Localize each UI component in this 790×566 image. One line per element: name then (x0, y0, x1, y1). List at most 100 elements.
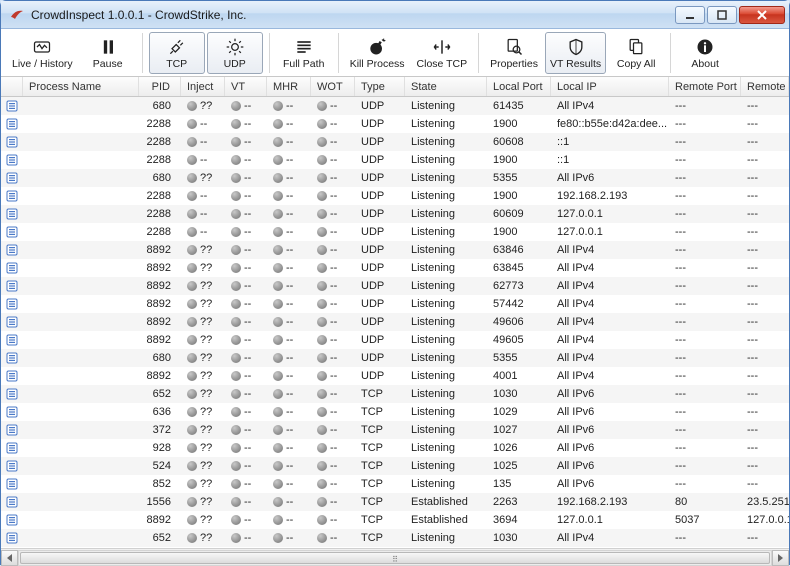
cell-inject: ?? (181, 277, 225, 295)
cell-mhr: -- (267, 511, 311, 529)
horizontal-scrollbar[interactable]: ⠿ (1, 548, 789, 566)
table-row[interactable]: 680??------UDPListening5355All IPv6-----… (1, 169, 789, 187)
table-row[interactable]: 852??------TCPListening135All IPv6------ (1, 475, 789, 493)
process-icon-svg (6, 262, 18, 274)
column-header-icon[interactable] (1, 77, 23, 96)
scroll-left-button[interactable] (1, 550, 18, 566)
cell-remote-ip: --- (741, 439, 789, 457)
process-icon (1, 295, 23, 313)
cell-inject: ?? (181, 475, 225, 493)
status-dot-icon (273, 371, 283, 381)
cell-remote-port: --- (669, 367, 741, 385)
table-row[interactable]: 8892??------UDPListening49605All IPv4---… (1, 331, 789, 349)
table-row[interactable]: 8892??------UDPListening57442All IPv4---… (1, 295, 789, 313)
table-row[interactable]: 636??------TCPListening1029All IPv6-----… (1, 403, 789, 421)
kill-process-button[interactable]: Kill Process (345, 32, 410, 74)
table-row[interactable]: 8892??------UDPListening49606All IPv4---… (1, 313, 789, 331)
udp-button[interactable]: UDP (207, 32, 263, 74)
cell-vt: -- (225, 151, 267, 169)
column-header-rip[interactable]: Remote IP (741, 77, 789, 96)
column-header-lport[interactable]: Local Port (487, 77, 551, 96)
status-dot-icon (187, 443, 197, 453)
pause-button[interactable]: Pause (80, 32, 136, 74)
column-header-type[interactable]: Type (355, 77, 405, 96)
grid-body[interactable]: 680??------UDPListening61435All IPv4----… (1, 97, 789, 548)
status-dot-icon (187, 281, 197, 291)
table-row[interactable]: 8892??------UDPListening62773All IPv4---… (1, 277, 789, 295)
table-row[interactable]: 2288--------UDPListening1900::1------ (1, 151, 789, 169)
bomb-icon (365, 36, 389, 58)
minimize-button[interactable] (675, 6, 705, 24)
table-row[interactable]: 524??------TCPListening1025All IPv6-----… (1, 457, 789, 475)
cell-process-name (23, 529, 139, 547)
close-button[interactable] (739, 6, 785, 24)
cell-remote-ip: --- (741, 223, 789, 241)
scroll-track[interactable]: ⠿ (18, 550, 772, 566)
column-header-lip[interactable]: Local IP (551, 77, 669, 96)
vt-results-button[interactable]: VT Results (545, 32, 606, 74)
column-header-state[interactable]: State (405, 77, 487, 96)
table-row[interactable]: 2288--------UDPListening1900192.168.2.19… (1, 187, 789, 205)
cell-local-port: 60608 (487, 133, 551, 151)
status-dot-icon (187, 533, 197, 543)
cell-wot: -- (311, 475, 355, 493)
cell-type: TCP (355, 439, 405, 457)
table-row[interactable]: 2288--------UDPListening1900fe80::b55e:d… (1, 115, 789, 133)
cell-wot: -- (311, 421, 355, 439)
scroll-thumb[interactable]: ⠿ (20, 552, 770, 564)
toolbar-separator (670, 33, 671, 73)
cell-local-ip: All IPv6 (551, 403, 669, 421)
table-row[interactable]: 372??------TCPListening1027All IPv6-----… (1, 421, 789, 439)
column-header-pid[interactable]: PID (139, 77, 181, 96)
maximize-button[interactable] (707, 6, 737, 24)
about-button[interactable]: About (677, 32, 733, 74)
status-dot-icon (231, 173, 241, 183)
cell-remote-port: --- (669, 421, 741, 439)
cell-pid: 1556 (139, 493, 181, 511)
column-header-vt[interactable]: VT (225, 77, 267, 96)
cell-mhr: -- (267, 349, 311, 367)
closetcp-icon (430, 36, 454, 58)
table-row[interactable]: 8892??------UDPListening63845All IPv4---… (1, 259, 789, 277)
status-dot-icon (231, 353, 241, 363)
live-history-button[interactable]: Live / History (7, 32, 78, 74)
table-row[interactable]: 680??------UDPListening5355All IPv4-----… (1, 349, 789, 367)
status-dot-icon (273, 425, 283, 435)
tcp-button[interactable]: TCP (149, 32, 205, 74)
cell-pid: 2288 (139, 223, 181, 241)
table-row[interactable]: 928??------TCPListening1026All IPv6-----… (1, 439, 789, 457)
cell-remote-port: --- (669, 457, 741, 475)
column-header-inject[interactable]: Inject (181, 77, 225, 96)
table-row[interactable]: 8892??------UDPListening4001All IPv4----… (1, 367, 789, 385)
cell-type: UDP (355, 313, 405, 331)
properties-button[interactable]: Properties (485, 32, 543, 74)
process-icon-svg (6, 244, 18, 256)
table-row[interactable]: 2288--------UDPListening60609127.0.0.1--… (1, 205, 789, 223)
table-row[interactable]: 2288--------UDPListening60608::1------ (1, 133, 789, 151)
table-row[interactable]: 1556??------TCPEstablished2263192.168.2.… (1, 493, 789, 511)
column-header-rport[interactable]: Remote Port (669, 77, 741, 96)
cell-vt: -- (225, 187, 267, 205)
cell-type: TCP (355, 511, 405, 529)
table-row[interactable]: 8892??------TCPEstablished3694127.0.0.15… (1, 511, 789, 529)
cell-remote-port: 80 (669, 493, 741, 511)
process-icon (1, 97, 23, 115)
table-row[interactable]: 8892??------UDPListening63846All IPv4---… (1, 241, 789, 259)
status-dot-icon (273, 263, 283, 273)
column-header-mhr[interactable]: MHR (267, 77, 311, 96)
process-icon-svg (6, 154, 18, 166)
status-dot-icon (273, 407, 283, 417)
table-row[interactable]: 680??------UDPListening61435All IPv4----… (1, 97, 789, 115)
status-dot-icon (317, 389, 327, 399)
column-header-name[interactable]: Process Name (23, 77, 139, 96)
cell-local-ip: ::1 (551, 151, 669, 169)
column-header-wot[interactable]: WOT (311, 77, 355, 96)
table-row[interactable]: 652??------TCPListening1030All IPv6-----… (1, 385, 789, 403)
table-row[interactable]: 652??------TCPListening1030All IPv4-----… (1, 529, 789, 547)
copy-all-button[interactable]: Copy All (608, 32, 664, 74)
table-row[interactable]: 2288--------UDPListening1900127.0.0.1---… (1, 223, 789, 241)
scroll-right-button[interactable] (772, 550, 789, 566)
full-path-button[interactable]: Full Path (276, 32, 332, 74)
cell-wot: -- (311, 349, 355, 367)
close-tcp-button[interactable]: Close TCP (412, 32, 473, 74)
